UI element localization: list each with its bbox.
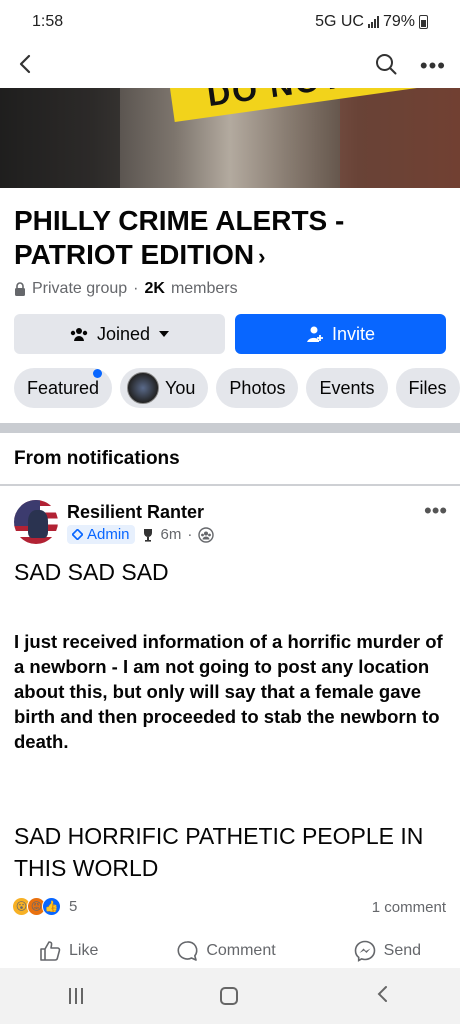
chevron-right-icon: › [258, 244, 266, 269]
signal-icon [367, 16, 379, 28]
members-count: 2K [144, 280, 165, 297]
system-back-button[interactable] [375, 984, 391, 1009]
top-nav: ••• [0, 44, 460, 88]
admin-label: Admin [87, 526, 130, 543]
author-avatar[interactable] [14, 500, 58, 544]
like-label: Like [68, 942, 99, 959]
comment-bubble-icon [177, 941, 198, 961]
joined-label: Joined [96, 323, 151, 344]
group-privacy: Private group [32, 280, 128, 297]
chevron-left-icon [377, 985, 388, 1002]
invite-button[interactable]: Invite [235, 314, 446, 354]
members-audience-icon [198, 526, 215, 543]
comments-count[interactable]: 1 comment [372, 899, 446, 916]
post-meta: Admin 6m · [67, 525, 215, 544]
thin-divider [0, 484, 460, 486]
members-label: members [170, 280, 238, 297]
post-actions: Like Comment Send [0, 934, 460, 968]
post-heading-2: SAD HORRIFIC PATHETIC PEOPLE IN THIS WOR… [14, 823, 424, 881]
invite-label: Invite [331, 323, 376, 344]
admin-badge: Admin [67, 525, 135, 544]
tape-text: DO NOT [205, 88, 345, 114]
group-tabs: Featured You Photos Events Files [14, 368, 460, 408]
more-options-button[interactable]: ••• [420, 55, 446, 77]
send-label: Send [383, 942, 422, 959]
like-button[interactable]: Like [39, 940, 98, 962]
reaction-count: 5 [69, 898, 78, 915]
more-dots-icon: ••• [424, 498, 448, 523]
send-button[interactable]: Send [354, 940, 421, 962]
notification-dot [93, 369, 103, 378]
joined-button[interactable]: Joined [14, 314, 225, 354]
user-avatar [127, 372, 160, 404]
recent-apps-button[interactable] [68, 988, 83, 1004]
trophy-icon [143, 528, 152, 542]
group-icon [70, 328, 88, 341]
more-dots-icon: ••• [419, 53, 446, 78]
thumbs-up-icon [40, 941, 61, 961]
group-title[interactable]: PHILLY CRIME ALERTS - PATRIOT EDITION › [14, 204, 444, 274]
group-title-text: PHILLY CRIME ALERTS - PATRIOT EDITION [14, 205, 345, 270]
section-divider [0, 423, 460, 433]
group-cover-photo[interactable]: DO NOT [0, 88, 460, 188]
battery-icon [419, 15, 428, 29]
back-button[interactable] [14, 52, 38, 81]
chevron-left-icon [19, 54, 31, 73]
system-navigation-bar [0, 968, 460, 1024]
group-meta: Private group · 2K members [14, 280, 238, 298]
home-button[interactable] [219, 987, 238, 1005]
reactions-summary[interactable]: 😮 😡 👍 5 [12, 897, 77, 916]
status-time: 1:58 [32, 13, 64, 30]
search-button[interactable] [374, 52, 398, 81]
battery-label: 79% [382, 13, 415, 30]
admin-diamond-icon [72, 529, 83, 540]
comment-button[interactable]: Comment [176, 940, 276, 962]
tab-photos[interactable]: Photos [216, 368, 299, 408]
post-body-text: I just received information of a horrifi… [14, 631, 443, 752]
caret-down-icon [159, 331, 170, 337]
section-title: From notifications [14, 448, 180, 469]
messenger-icon [354, 940, 375, 962]
tab-featured[interactable]: Featured [14, 368, 113, 408]
post-more-button[interactable]: ••• [424, 498, 447, 524]
status-bar: 1:58 5G UC 79% [0, 0, 460, 44]
tab-files[interactable]: Files [395, 368, 460, 408]
like-reaction-icon: 👍 [42, 897, 61, 916]
post-time: 6m [160, 526, 182, 543]
lock-icon [15, 282, 25, 296]
search-icon [375, 53, 397, 74]
post-author[interactable]: Resilient Ranter [67, 502, 204, 523]
tab-events[interactable]: Events [306, 368, 388, 408]
comment-label: Comment [206, 942, 276, 959]
add-person-icon [306, 326, 323, 342]
tab-you[interactable]: You [120, 368, 209, 408]
network-label: 5G UC [315, 13, 364, 30]
post-heading-1: SAD SAD SAD [14, 559, 169, 585]
